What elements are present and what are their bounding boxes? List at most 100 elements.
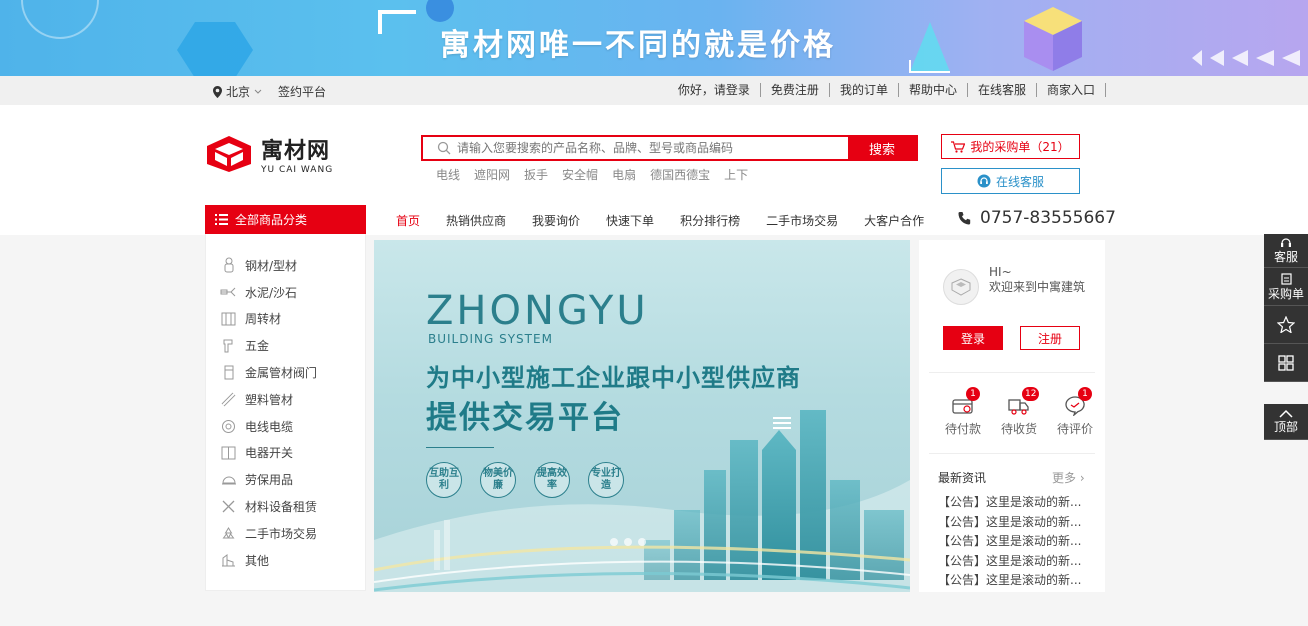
- hot-word[interactable]: 上下: [724, 166, 748, 183]
- service-tool-label: 客服: [1273, 249, 1298, 264]
- search-button[interactable]: 搜索: [848, 137, 916, 159]
- site-logo[interactable]: 寓材网 YU CAI WANG: [205, 133, 333, 175]
- hot-search-words: 电线 遮阳网 扳手 安全帽 电扇 德国西德宝 上下: [436, 166, 748, 183]
- nav-quick-order[interactable]: 快速下单: [606, 212, 654, 229]
- hero-headline-1: 为中小型施工企业跟中小型供应商: [426, 364, 801, 392]
- location-label: 北京: [226, 85, 251, 99]
- order-label: 待评价: [1056, 422, 1093, 436]
- category-label: 劳保用品: [245, 473, 294, 488]
- category-label: 周转材: [245, 312, 282, 327]
- top-promo-banner[interactable]: 寓材网唯一不同的就是价格: [0, 0, 1308, 76]
- category-label: 二手市场交易: [245, 526, 318, 541]
- chevron-up-icon: [1279, 409, 1293, 418]
- hotline-number: 0757-83555667: [980, 208, 1116, 228]
- steel-icon: [220, 257, 237, 273]
- carousel-dot[interactable]: [610, 538, 618, 546]
- divider: [929, 372, 1095, 373]
- order-count-badge: 1: [1078, 387, 1092, 401]
- category-item[interactable]: 其他: [206, 547, 365, 574]
- hero-carousel[interactable]: ZHONGYU BUILDING SYSTEM 为中小型施工企业跟中小型供应商 …: [374, 240, 910, 592]
- nav-enterprise[interactable]: 大客户合作: [864, 212, 924, 229]
- logo-emblem-icon: [207, 136, 251, 172]
- order-count-badge: 1: [966, 387, 980, 401]
- order-status-row: 1 待付款 12 待收货 1 待评价: [939, 387, 1099, 437]
- order-pending-payment[interactable]: 1 待付款: [939, 387, 987, 437]
- hot-word[interactable]: 扳手: [524, 166, 548, 183]
- carousel-dots: [610, 538, 646, 546]
- customer-service-tool[interactable]: 客服: [1264, 234, 1308, 268]
- news-item[interactable]: 【公告】这里是滚动的新...: [938, 532, 1081, 552]
- nav-hot-suppliers[interactable]: 热销供应商: [446, 212, 506, 229]
- category-label: 电线电缆: [245, 419, 294, 434]
- back-to-top-button[interactable]: 顶部: [1264, 404, 1308, 440]
- toolbar-gap: [1264, 382, 1308, 404]
- hot-word[interactable]: 遮阳网: [474, 166, 510, 183]
- news-item[interactable]: 【公告】这里是滚动的新...: [938, 552, 1081, 572]
- purchase-list-button[interactable]: 我的采购单（21）: [941, 134, 1080, 159]
- valve-icon: [220, 365, 237, 381]
- user-panel: HI~ 欢迎来到中寓建筑 登录 注册 1 待付款 12 待收货 1 待评价 最新…: [919, 240, 1105, 592]
- nav-inquiry[interactable]: 我要询价: [532, 212, 580, 229]
- top-tool-label: 顶部: [1273, 419, 1298, 434]
- qrcode-tool[interactable]: [1264, 344, 1308, 382]
- category-item[interactable]: 周转材: [206, 306, 365, 333]
- category-item[interactable]: 塑料管材: [206, 386, 365, 413]
- menu-list-icon: [215, 214, 228, 225]
- greeting: HI~: [989, 265, 1012, 279]
- category-item[interactable]: 电线电缆: [206, 413, 365, 440]
- search-input[interactable]: [423, 137, 848, 159]
- other-icon: [220, 552, 237, 568]
- category-item[interactable]: 五金: [206, 332, 365, 359]
- register-button[interactable]: 注册: [1020, 326, 1080, 350]
- merchant-entry-link[interactable]: 商家入口: [1037, 83, 1106, 97]
- banner-arrows-decor: [1192, 50, 1300, 66]
- favorites-tool[interactable]: [1264, 306, 1308, 344]
- sign-platform-link[interactable]: 签约平台: [278, 83, 326, 100]
- online-service-button[interactable]: 在线客服: [941, 168, 1080, 194]
- news-more-link[interactable]: 更多 ›: [1052, 469, 1085, 486]
- category-item[interactable]: 劳保用品: [206, 466, 365, 493]
- hot-word[interactable]: 德国西德宝: [650, 166, 710, 183]
- category-label: 其他: [245, 553, 270, 568]
- order-pending-receipt[interactable]: 12 待收货: [995, 387, 1043, 437]
- category-item[interactable]: 金属管材阀门: [206, 359, 365, 386]
- category-item[interactable]: 二手市场交易: [206, 520, 365, 547]
- nav-links: 首页 热销供应商 我要询价 快速下单 积分排行榜 二手市场交易 大客户合作: [396, 212, 950, 229]
- all-categories-label: 全部商品分类: [235, 213, 308, 227]
- hot-word[interactable]: 电扇: [612, 166, 636, 183]
- free-register-link[interactable]: 免费注册: [761, 83, 830, 97]
- carousel-dot[interactable]: [638, 538, 646, 546]
- hot-word[interactable]: 安全帽: [562, 166, 598, 183]
- login-button[interactable]: 登录: [943, 326, 1003, 350]
- online-service-link[interactable]: 在线客服: [968, 83, 1037, 97]
- location-selector[interactable]: 北京: [213, 83, 262, 100]
- order-pending-review[interactable]: 1 待评价: [1051, 387, 1099, 437]
- category-item[interactable]: 电器开关: [206, 440, 365, 467]
- all-categories-button[interactable]: 全部商品分类: [205, 205, 366, 234]
- category-label: 电器开关: [245, 446, 294, 461]
- hot-word[interactable]: 电线: [436, 166, 460, 183]
- news-item[interactable]: 【公告】这里是滚动的新...: [938, 571, 1081, 591]
- category-label: 塑料管材: [245, 392, 294, 407]
- banner-triangle-decor: [909, 22, 950, 73]
- main-nav: 全部商品分类 首页 热销供应商 我要询价 快速下单 积分排行榜 二手市场交易 大…: [0, 205, 1308, 234]
- nav-second-hand[interactable]: 二手市场交易: [766, 212, 838, 229]
- login-prompt-link[interactable]: 你好，请登录: [668, 83, 761, 97]
- switch-icon: [220, 445, 237, 461]
- category-item[interactable]: 材料设备租赁: [206, 493, 365, 520]
- map-pin-icon: [213, 85, 222, 98]
- category-label: 钢材/型材: [245, 258, 298, 273]
- banner-slogan: 寓材网唯一不同的就是价格: [440, 28, 836, 63]
- nav-home[interactable]: 首页: [396, 212, 420, 229]
- category-item[interactable]: 水泥/沙石: [206, 279, 365, 306]
- carousel-dot[interactable]: [624, 538, 632, 546]
- nav-points-ranking[interactable]: 积分排行榜: [680, 212, 740, 229]
- category-label: 水泥/沙石: [245, 285, 298, 300]
- my-orders-link[interactable]: 我的订单: [830, 83, 899, 97]
- headset-icon: [977, 174, 991, 188]
- help-center-link[interactable]: 帮助中心: [899, 83, 968, 97]
- news-item[interactable]: 【公告】这里是滚动的新...: [938, 493, 1081, 513]
- purchase-list-tool[interactable]: 采购单: [1264, 268, 1308, 306]
- news-item[interactable]: 【公告】这里是滚动的新...: [938, 513, 1081, 533]
- category-item[interactable]: 钢材/型材: [206, 252, 365, 279]
